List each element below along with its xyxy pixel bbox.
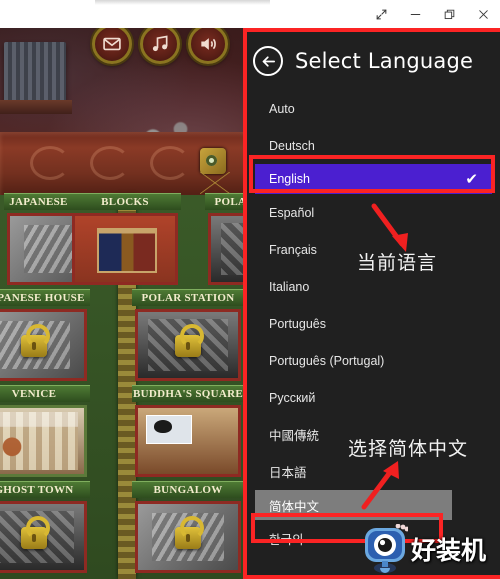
language-label: Italiano [269, 279, 310, 294]
lock-icon [21, 516, 50, 550]
language-option-english[interactable]: English ✔ [255, 164, 492, 194]
level-thumbnail [135, 405, 241, 477]
screenshot-root: JAPANESE HOUSE BLOCKS POLAR STATION JAPA… [0, 0, 500, 579]
watermark-text: 好装机 [411, 536, 487, 565]
bug-character [200, 148, 226, 174]
level-thumbnail [72, 213, 178, 285]
language-label: Deutsch [269, 138, 315, 153]
swirl-decor [90, 146, 130, 180]
level-thumbnail [135, 309, 241, 381]
level-cell-blocks[interactable]: BLOCKS [69, 193, 181, 288]
titlebar-shadow-decor [95, 0, 270, 5]
window-titlebar [0, 0, 500, 28]
swirl-decor [30, 146, 70, 180]
level-grid: JAPANESE HOUSE BLOCKS POLAR STATION JAPA… [0, 193, 317, 579]
back-arrow-icon [262, 55, 275, 67]
level-title: JAPANESE HOUSE [0, 289, 90, 306]
level-title: BUDDHA'S SQUARE [132, 385, 244, 402]
level-thumbnail [0, 405, 87, 477]
swirl-decor [150, 146, 190, 180]
music-note-icon [152, 35, 168, 52]
language-label: Русский [269, 390, 316, 405]
restore-icon [444, 9, 454, 19]
envelope-icon [103, 37, 121, 51]
back-button[interactable] [253, 46, 283, 76]
language-label: English [269, 172, 310, 186]
language-label: Português (Portugal) [269, 353, 385, 368]
expand-arrows-icon [376, 9, 386, 19]
page-title: Select Language [295, 49, 474, 73]
game-toolbar [92, 28, 228, 64]
language-option-portugues-portugal[interactable]: Português (Portugal) [247, 342, 500, 379]
bug-legs-decor [200, 172, 230, 194]
window-controls [364, 0, 500, 28]
minimize-button[interactable] [398, 0, 432, 28]
level-cell-bungalow[interactable]: BUNGALOW [132, 481, 244, 576]
level-cell-japanese-house[interactable]: JAPANESE HOUSE [0, 289, 90, 384]
close-button[interactable] [466, 0, 500, 28]
teapot-decor [154, 419, 172, 433]
radiator-decor [4, 42, 66, 104]
restore-button[interactable] [432, 0, 466, 28]
language-option-simplified-chinese[interactable]: 简体中文 [255, 490, 452, 520]
mail-button[interactable] [92, 28, 132, 64]
level-title: POLAR STATION [132, 289, 244, 306]
level-cell-venice[interactable]: VENICE [0, 385, 90, 480]
language-option-deutsch[interactable]: Deutsch [247, 127, 500, 164]
language-label: Auto [269, 101, 295, 116]
radiator-base-decor [0, 100, 72, 114]
level-cell-polar-station[interactable]: POLAR STATION [132, 289, 244, 384]
level-thumbnail [135, 501, 241, 573]
level-thumbnail [0, 309, 87, 381]
language-option-auto[interactable]: Auto [247, 90, 500, 127]
language-option-russian[interactable]: Русский [247, 379, 500, 416]
level-title: VENICE [0, 385, 90, 402]
music-button[interactable] [140, 28, 180, 64]
language-label: Português [269, 316, 326, 331]
red-arrow-up-right-icon [361, 461, 399, 510]
close-icon [478, 9, 488, 19]
level-thumbnail [0, 501, 87, 573]
lock-icon [175, 324, 204, 358]
minimize-icon [410, 13, 420, 15]
lock-icon [21, 324, 50, 358]
panel-header: Select Language [247, 32, 500, 90]
language-option-portugues[interactable]: Português [247, 305, 500, 342]
level-cell-ghost-town[interactable]: GHOST TOWN [0, 481, 90, 576]
check-icon: ✔ [465, 171, 478, 188]
lock-icon [175, 516, 204, 550]
watermark: 好装机 [362, 524, 486, 574]
monitor-mascot-icon [365, 524, 408, 573]
red-arrow-down-right-icon [371, 203, 408, 252]
sound-button[interactable] [188, 28, 228, 64]
speaker-icon [201, 38, 216, 50]
level-cell-buddhas-square[interactable]: BUDDHA'S SQUARE [132, 385, 244, 480]
level-title: BUNGALOW [132, 481, 244, 498]
level-title: GHOST TOWN [0, 481, 90, 498]
level-title: BLOCKS [69, 193, 181, 210]
fullscreen-button[interactable] [364, 0, 398, 28]
